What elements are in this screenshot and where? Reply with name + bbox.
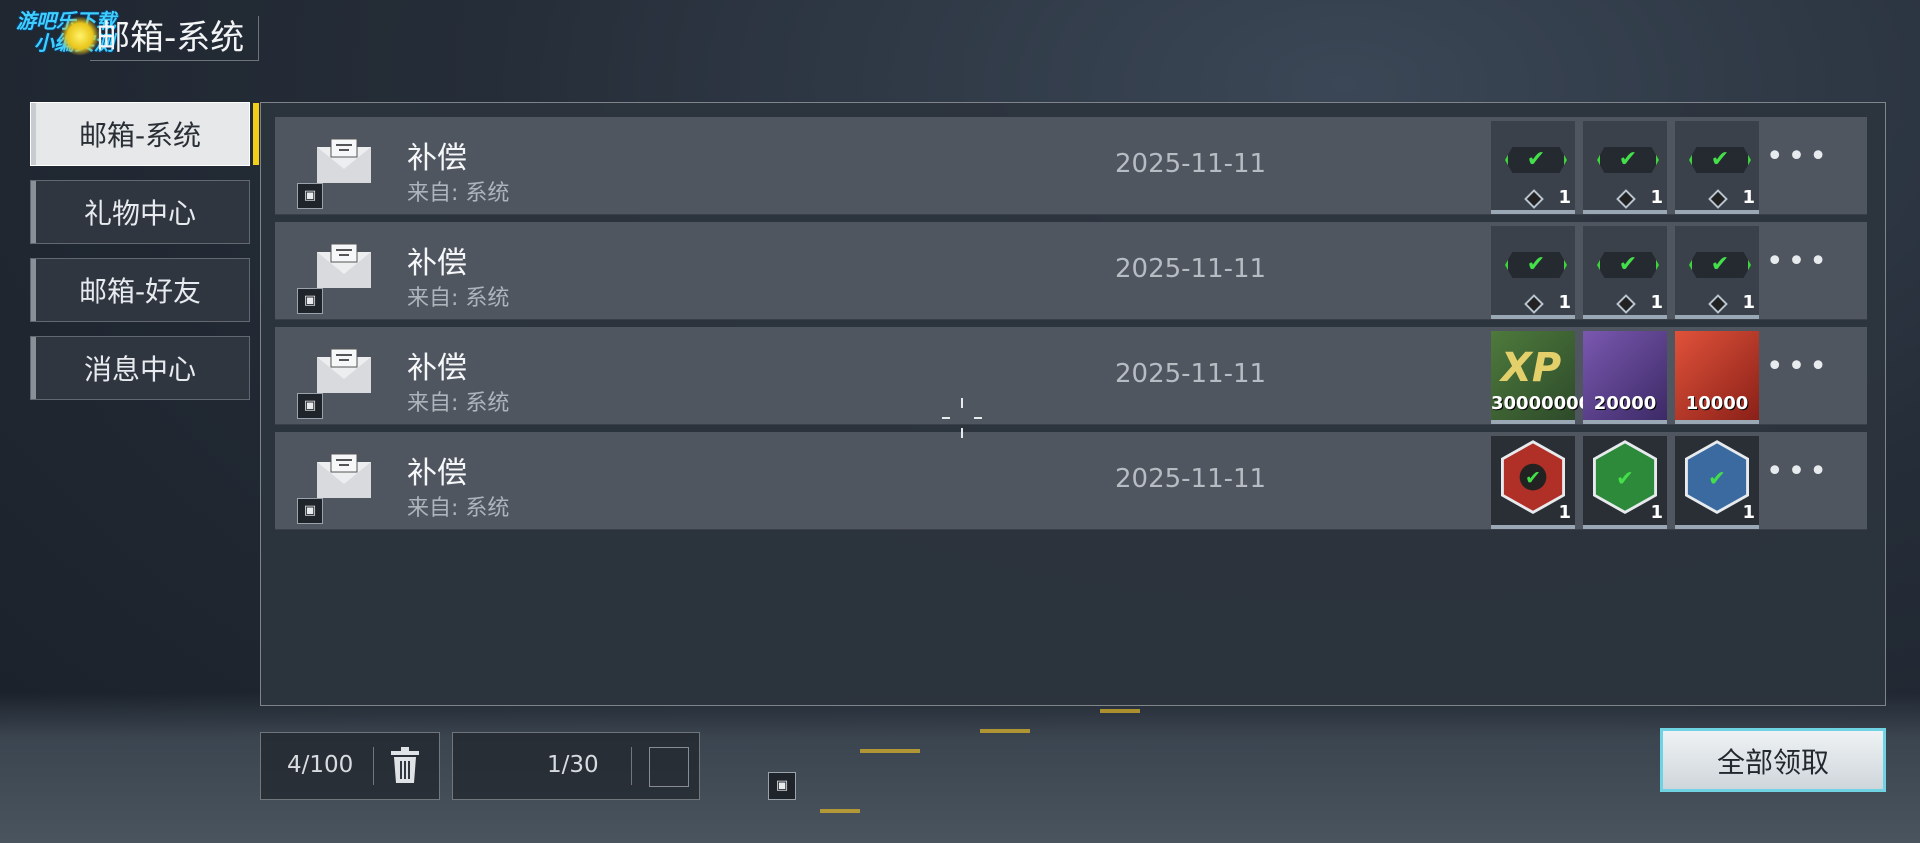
tab-mail-friends[interactable]: 邮箱-好友	[30, 258, 250, 322]
unlock-icon: ▣	[297, 498, 323, 524]
mail-count: 4/100	[287, 752, 354, 778]
tab-message-center[interactable]: 消息中心	[30, 336, 250, 400]
tab-label: 礼物中心	[83, 197, 196, 230]
unlock-icon: ▣	[297, 288, 323, 314]
svg-text:✔: ✔	[1616, 466, 1634, 491]
reward-count: 1	[1650, 187, 1663, 208]
reward-count: 1	[1558, 502, 1571, 523]
more-dots-icon[interactable]: •••	[1766, 454, 1831, 489]
select-box[interactable]	[649, 747, 689, 787]
reward-count: 1	[1742, 292, 1755, 313]
reward-xp[interactable]: XP 30000000	[1491, 331, 1592, 424]
mail-item[interactable]: ▣ 补偿 来自: 系统 2025-11-11 ✔ 1 ✔ 1 ✔ 1 •••	[275, 117, 1867, 215]
mail-sender: 来自: 系统	[407, 286, 510, 311]
tab-gift-center[interactable]: 礼物中心	[30, 180, 250, 244]
mail-list-panel: ▣ 补偿 来自: 系统 2025-11-11 ✔ 1 ✔ 1 ✔ 1 ••• ▣ 补偿…	[260, 102, 1886, 706]
svg-text:✔: ✔	[1525, 466, 1541, 489]
mail-title: 补偿	[407, 246, 467, 281]
rarity-diamond-icon	[1524, 294, 1544, 314]
reward-list: XP 30000000 20000 10000	[1491, 331, 1759, 424]
reward-badge-blue[interactable]: ✔ 1	[1675, 436, 1759, 529]
unlock-icon[interactable]: ▣	[768, 772, 796, 800]
rarity-diamond-icon	[1708, 294, 1728, 314]
unlock-icon: ▣	[297, 393, 323, 419]
xp-label: XP	[1501, 345, 1562, 391]
divider	[373, 747, 374, 785]
reward-item[interactable]: ✔ 1	[1583, 226, 1667, 319]
reward-count: 30000000	[1491, 393, 1592, 414]
floor-marking	[980, 729, 1030, 733]
rarity-diamond-icon	[1616, 294, 1636, 314]
claimed-check-icon: ✔	[1689, 252, 1751, 278]
claimed-check-icon: ✔	[1689, 147, 1751, 173]
reward-red-ticket[interactable]: 10000	[1675, 331, 1759, 424]
reward-item[interactable]: ✔ 1	[1675, 226, 1759, 319]
claimed-check-icon: ✔	[1597, 252, 1659, 278]
mail-date: 2025-11-11	[1115, 254, 1267, 284]
reward-count: 1	[1742, 502, 1755, 523]
reward-count: 1	[1558, 292, 1571, 313]
claimed-check-icon: ✔	[1505, 147, 1567, 173]
more-dots-icon[interactable]: •••	[1766, 244, 1831, 279]
reward-item[interactable]: ✔ 1	[1491, 121, 1575, 214]
floor-marking	[1100, 709, 1140, 713]
floor-marking	[820, 809, 860, 813]
reward-item[interactable]: ✔ 1	[1583, 121, 1667, 214]
rarity-diamond-icon	[1708, 189, 1728, 209]
page-title: 邮箱-系统	[90, 16, 260, 61]
reward-count: 1	[1650, 502, 1663, 523]
tab-mail-system[interactable]: 邮箱-系统	[30, 102, 259, 166]
rarity-diamond-icon	[1616, 189, 1636, 209]
mail-title: 补偿	[407, 351, 467, 386]
tab-label: 邮箱-系统	[78, 119, 202, 152]
mail-date: 2025-11-11	[1115, 149, 1267, 179]
crosshair-icon	[942, 398, 982, 438]
mail-sender: 来自: 系统	[407, 496, 510, 521]
side-tabs: 邮箱-系统 礼物中心 邮箱-好友 消息中心	[30, 102, 259, 414]
reward-count: 20000	[1593, 393, 1657, 414]
tab-label: 邮箱-好友	[78, 275, 202, 308]
reward-count: 1	[1742, 187, 1755, 208]
mail-counter: 4/100	[260, 732, 440, 800]
reward-list: ✔ 1 ✔ 1 ✔ 1	[1491, 226, 1759, 319]
mail-date: 2025-11-11	[1115, 359, 1267, 389]
claimed-check-icon: ✔	[1505, 252, 1567, 278]
claimed-check-icon: ✔	[1597, 147, 1659, 173]
tab-label: 消息中心	[83, 353, 196, 386]
claim-all-button[interactable]: 全部领取	[1660, 728, 1886, 792]
rarity-diamond-icon	[1524, 189, 1544, 209]
reward-item[interactable]: ✔ 1	[1491, 226, 1575, 319]
trash-icon[interactable]	[391, 747, 419, 783]
mail-item[interactable]: ▣ 补偿 来自: 系统 2025-11-11 XP 30000000 20000 …	[275, 327, 1867, 425]
more-dots-icon[interactable]: •••	[1766, 349, 1831, 384]
svg-text:✔: ✔	[1708, 466, 1726, 491]
envelope-icon	[317, 243, 371, 288]
reward-badge-red[interactable]: ✔ 1	[1491, 436, 1575, 529]
lock-icon: ▣	[297, 183, 323, 209]
reward-list: ✔ 1 ✔ 1 ✔ 1	[1491, 121, 1759, 214]
page-counter: 1/30	[452, 732, 700, 800]
mail-title: 补偿	[407, 141, 467, 176]
envelope-icon	[317, 138, 371, 183]
more-dots-icon[interactable]: •••	[1766, 139, 1831, 174]
reward-count: 1	[1650, 292, 1663, 313]
reward-item[interactable]: ✔ 1	[1675, 121, 1759, 214]
mail-date: 2025-11-11	[1115, 464, 1267, 494]
reward-badge-green[interactable]: ✔ 1	[1583, 436, 1667, 529]
mail-item[interactable]: ▣ 补偿 来自: 系统 2025-11-11 ✔ 1 ✔ 1 ✔ 1 •••	[275, 222, 1867, 320]
mail-title: 补偿	[407, 456, 467, 491]
reward-purple-ticket[interactable]: 20000	[1583, 331, 1667, 424]
mail-item[interactable]: ▣ 补偿 来自: 系统 2025-11-11 ✔ 1 ✔ 1 ✔ 1 •••	[275, 432, 1867, 530]
mail-sender: 来自: 系统	[407, 391, 510, 416]
reward-list: ✔ 1 ✔ 1 ✔ 1	[1491, 436, 1759, 529]
mail-sender: 来自: 系统	[407, 181, 510, 206]
floor-marking	[860, 749, 920, 753]
envelope-icon	[317, 453, 371, 498]
envelope-icon	[317, 348, 371, 393]
reward-count: 1	[1558, 187, 1571, 208]
reward-count: 10000	[1685, 393, 1749, 414]
divider	[631, 747, 632, 785]
page-count: 1/30	[547, 752, 599, 778]
